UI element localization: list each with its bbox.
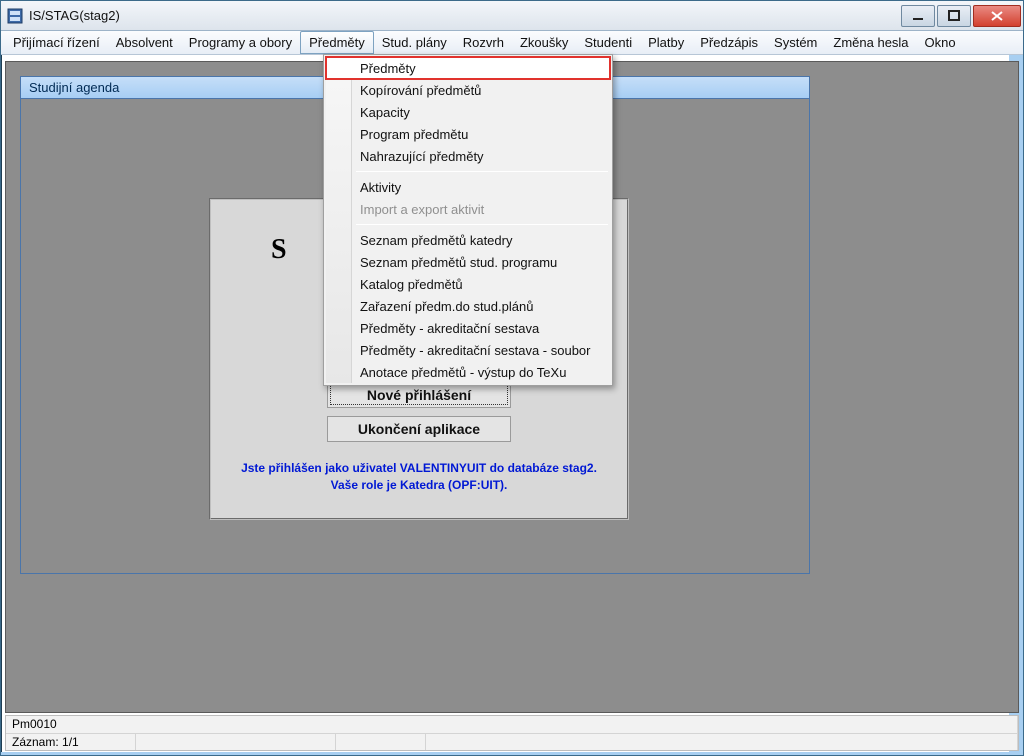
quit-app-button[interactable]: Ukončení aplikace bbox=[327, 416, 511, 442]
window-title: IS/STAG(stag2) bbox=[29, 8, 899, 23]
login-status-text: Jste přihlášen jako uživatel VALENTINYUI… bbox=[229, 460, 609, 494]
maximize-button[interactable] bbox=[937, 5, 971, 27]
status-cell-3 bbox=[336, 734, 426, 751]
status-line-1: Pm0010 bbox=[6, 716, 1018, 733]
menu-item-p-edm-ty-akredita-n-sestava-soubor[interactable]: Předměty - akreditační sestava - soubor bbox=[326, 339, 610, 361]
status-record: Záznam: 1/1 bbox=[6, 734, 136, 751]
menu-item-seznam-p-edm-t-stud-programu[interactable]: Seznam předmětů stud. programu bbox=[326, 251, 610, 273]
menubar: Přijímací řízeníAbsolventProgramy a obor… bbox=[1, 31, 1023, 55]
glass-border-bottom bbox=[1, 752, 1023, 755]
menu-studenti[interactable]: Studenti bbox=[576, 31, 640, 54]
logo-letter: S bbox=[271, 234, 287, 266]
menu-programy-a-obory[interactable]: Programy a obory bbox=[181, 31, 300, 54]
menu-p-ij-mac-zen-[interactable]: Přijímací řízení bbox=[5, 31, 108, 54]
menu-item-katalog-p-edm-t-[interactable]: Katalog předmětů bbox=[326, 273, 610, 295]
menu-p-edz-pis[interactable]: Předzápis bbox=[692, 31, 766, 54]
menu-item-anotace-p-edm-t-v-stup-do-texu[interactable]: Anotace předmětů - výstup do TeXu bbox=[326, 361, 610, 383]
menu-item-kop-rov-n-p-edm-t-[interactable]: Kopírování předmětů bbox=[326, 79, 610, 101]
menu-absolvent[interactable]: Absolvent bbox=[108, 31, 181, 54]
menu-item-nahrazuj-c-p-edm-ty[interactable]: Nahrazující předměty bbox=[326, 145, 610, 167]
menu-stud-pl-ny[interactable]: Stud. plány bbox=[374, 31, 455, 54]
status-cell-2 bbox=[136, 734, 336, 751]
predmety-dropdown: PředmětyKopírování předmětůKapacityProgr… bbox=[323, 54, 613, 386]
menu-p-edm-ty[interactable]: Předměty bbox=[300, 31, 374, 54]
close-button[interactable] bbox=[973, 5, 1021, 27]
menu-item-seznam-p-edm-t-katedry[interactable]: Seznam předmětů katedry bbox=[326, 229, 610, 251]
menu-item-p-edm-ty-akredita-n-sestava[interactable]: Předměty - akreditační sestava bbox=[326, 317, 610, 339]
menu-rozvrh[interactable]: Rozvrh bbox=[455, 31, 512, 54]
minimize-button[interactable] bbox=[901, 5, 935, 27]
titlebar: IS/STAG(stag2) bbox=[1, 1, 1023, 31]
new-login-button[interactable]: Nové přihlášení bbox=[327, 382, 511, 408]
menu-syst-m[interactable]: Systém bbox=[766, 31, 825, 54]
menu-zkou-ky[interactable]: Zkoušky bbox=[512, 31, 576, 54]
menu-platby[interactable]: Platby bbox=[640, 31, 692, 54]
menu-item-p-edm-ty[interactable]: Předměty bbox=[326, 57, 610, 79]
menu-separator bbox=[356, 171, 608, 172]
app-icon bbox=[7, 8, 23, 24]
menu-item-za-azen-p-edm-do-stud-pl-n-[interactable]: Zařazení předm.do stud.plánů bbox=[326, 295, 610, 317]
menu-item-program-p-edm-tu[interactable]: Program předmětu bbox=[326, 123, 610, 145]
statusbar: Pm0010 Záznam: 1/1 bbox=[5, 715, 1019, 751]
status-cell-4 bbox=[426, 734, 1018, 751]
menu-item-aktivity[interactable]: Aktivity bbox=[326, 176, 610, 198]
app-window: IS/STAG(stag2) Přijímací řízeníAbsolvent… bbox=[0, 0, 1024, 756]
menu-separator bbox=[356, 224, 608, 225]
menu-zm-na-hesla[interactable]: Změna hesla bbox=[825, 31, 916, 54]
menu-item-kapacity[interactable]: Kapacity bbox=[326, 101, 610, 123]
menu-item-import-a-export-aktivit: Import a export aktivit bbox=[326, 198, 610, 220]
window-controls bbox=[899, 5, 1021, 27]
menu-okno[interactable]: Okno bbox=[917, 31, 964, 54]
